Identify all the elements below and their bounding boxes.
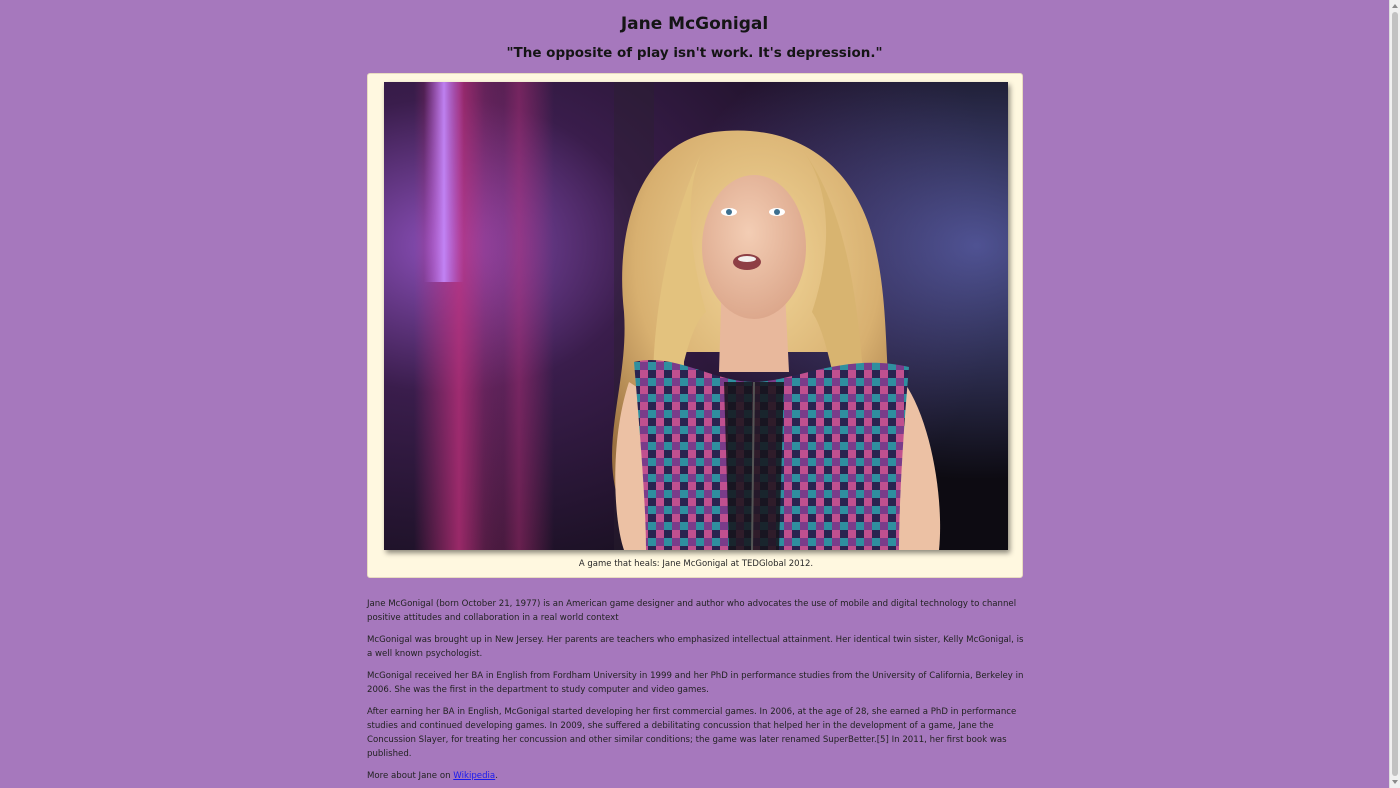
page: Jane McGonigal "The opposite of play isn…	[0, 0, 1389, 788]
browser-viewport: Jane McGonigal "The opposite of play isn…	[0, 0, 1400, 788]
more-about-line: More about Jane on Wikipedia.	[367, 770, 1024, 784]
paragraph-education: McGonigal received her BA in English fro…	[367, 671, 1024, 695]
page-quote: "The opposite of play isn't work. It's d…	[506, 45, 883, 61]
paragraph-career: After earning her BA in English, McGonig…	[367, 707, 1017, 759]
scrollbar-thumb[interactable]	[1392, 12, 1398, 776]
figure-card: A game that heals: Jane McGonigal at TED…	[367, 73, 1023, 578]
vertical-scrollbar[interactable]	[1389, 0, 1400, 788]
more-about-prefix: More about Jane on	[367, 770, 454, 781]
scroll-up-arrow-icon[interactable]	[1392, 4, 1398, 8]
more-about-suffix: .	[495, 770, 498, 781]
article-body: Jane McGonigal (born October 21, 1977) i…	[367, 598, 1024, 788]
wikipedia-link[interactable]: Wikipedia	[453, 771, 495, 781]
photo-caption: A game that heals: Jane McGonigal at TED…	[578, 559, 814, 569]
paragraph-intro: Jane McGonigal (born October 21, 1977) i…	[367, 599, 1017, 623]
speaker-photo	[384, 82, 1008, 550]
page-title: Jane McGonigal	[620, 14, 769, 34]
paragraph-upbringing: McGonigal was brought up in New Jersey. …	[367, 635, 1024, 659]
scroll-down-arrow-icon[interactable]	[1392, 780, 1398, 784]
